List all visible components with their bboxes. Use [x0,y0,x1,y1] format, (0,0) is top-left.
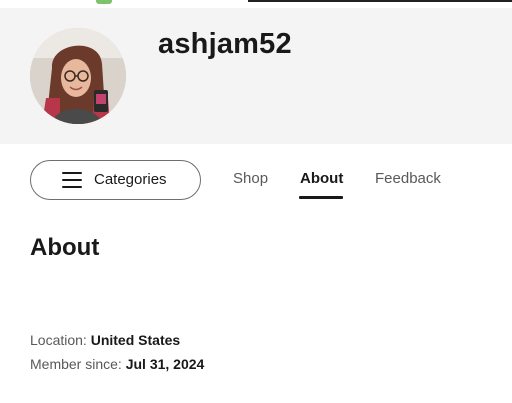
location-label: Location: [30,332,87,348]
top-divider [248,0,512,2]
avatar[interactable] [30,28,126,124]
location-row: Location: United States [30,332,180,348]
shop-nav: Categories Shop About Feedback [0,144,512,204]
active-tab-indicator [299,196,343,199]
categories-label: Categories [94,171,167,188]
top-strip [0,0,512,8]
tab-shop[interactable]: Shop [233,170,268,187]
brand-accent-mark [96,0,112,4]
about-heading: About [30,234,100,261]
shop-username: ashjam52 [158,28,292,60]
member-since-row: Member since: Jul 31, 2024 [30,356,204,372]
categories-button[interactable]: Categories [30,160,201,200]
tab-feedback[interactable]: Feedback [375,170,441,187]
tab-about[interactable]: About [300,170,343,187]
location-value: United States [90,332,181,348]
member-since-value: Jul 31, 2024 [125,356,205,372]
avatar-photo [30,28,126,124]
member-since-label: Member since: [30,356,122,372]
hamburger-menu-icon [62,172,82,188]
